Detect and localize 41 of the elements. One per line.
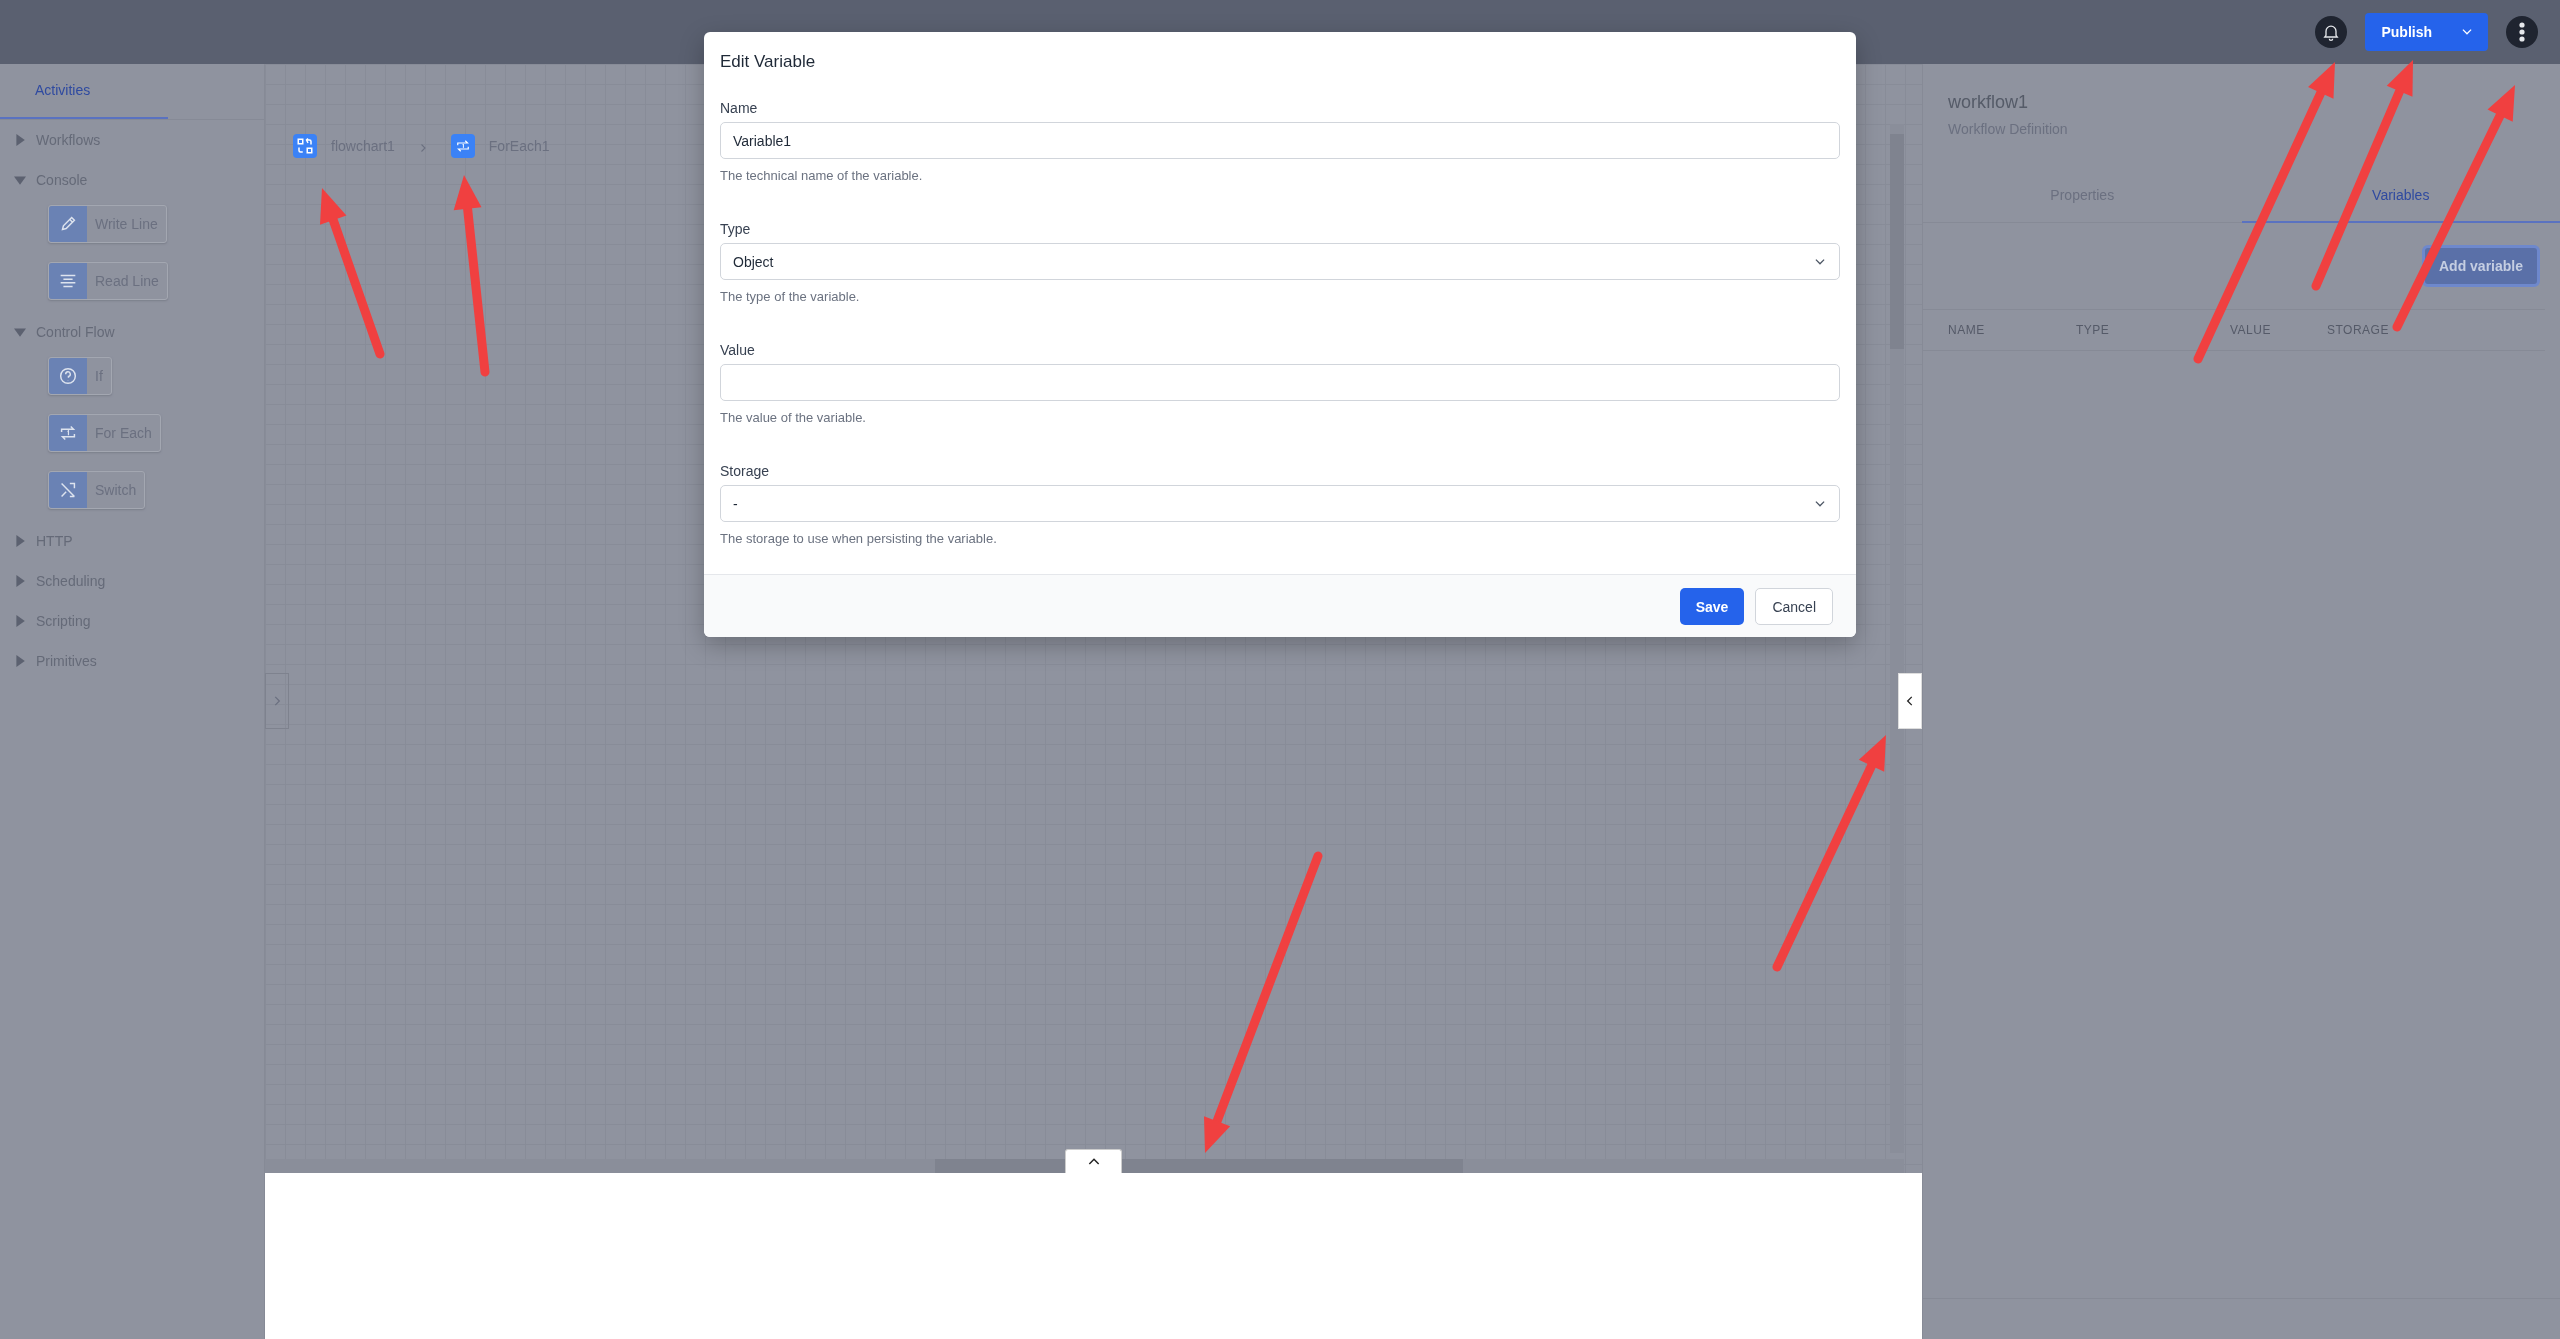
- field-label: Storage: [720, 463, 771, 479]
- caret-icon[interactable]: [14, 535, 26, 547]
- publish-button[interactable]: Publish: [2365, 13, 2488, 51]
- more-options-button[interactable]: [2506, 16, 2538, 48]
- field-help-text: The storage to use when persisting the variable.: [720, 531, 998, 546]
- save-button[interactable]: Save: [1679, 588, 1745, 625]
- caret-icon[interactable]: [14, 615, 26, 627]
- activity-type-icon: [450, 134, 475, 158]
- expand-left-panel-button[interactable]: [265, 673, 289, 729]
- select-field[interactable]: Object: [720, 243, 1840, 280]
- field-help-text: The technical name of the variable.: [720, 168, 924, 183]
- sidebar-tab[interactable]: Activities: [0, 64, 168, 119]
- notification-bell-button[interactable]: [2315, 16, 2348, 48]
- activity-icon: [57, 365, 79, 387]
- expand-bottom-panel-button[interactable]: [1065, 1149, 1122, 1173]
- expand-right-panel-button[interactable]: [1898, 673, 1922, 729]
- workflow-title: workflow1: [1947, 91, 2030, 113]
- panel-tab[interactable]: Variables: [2241, 169, 2560, 223]
- field-label: Value: [720, 342, 756, 358]
- field-label: Name: [720, 100, 759, 116]
- column-header: TYPE: [2076, 323, 2111, 337]
- field-label: Type: [720, 221, 752, 237]
- caret-icon[interactable]: [14, 575, 26, 587]
- cancel-button[interactable]: Cancel: [1755, 588, 1833, 625]
- horizontal-scrollbar[interactable]: [265, 1159, 1904, 1173]
- caret-icon[interactable]: [14, 174, 26, 186]
- column-header: STORAGE: [2327, 323, 2390, 337]
- activity-type-icon: [293, 134, 317, 158]
- column-header: VALUE: [2230, 323, 2272, 337]
- select-field[interactable]: -: [720, 485, 1840, 522]
- field-help-text: The value of the variable.: [720, 410, 867, 425]
- column-header: NAME: [1948, 323, 1986, 337]
- add-variable-button[interactable]: Add variable: [2421, 245, 2540, 287]
- vertical-scrollbar[interactable]: [1890, 124, 1904, 1153]
- input-field[interactable]: Variable1: [720, 122, 1840, 159]
- caret-icon[interactable]: [14, 134, 26, 146]
- caret-icon[interactable]: [14, 655, 26, 667]
- caret-icon[interactable]: [14, 326, 26, 338]
- field-help-text: The type of the variable.: [720, 289, 861, 304]
- input-field[interactable]: [720, 364, 1840, 401]
- dialog-title: Edit Variable: [719, 51, 817, 73]
